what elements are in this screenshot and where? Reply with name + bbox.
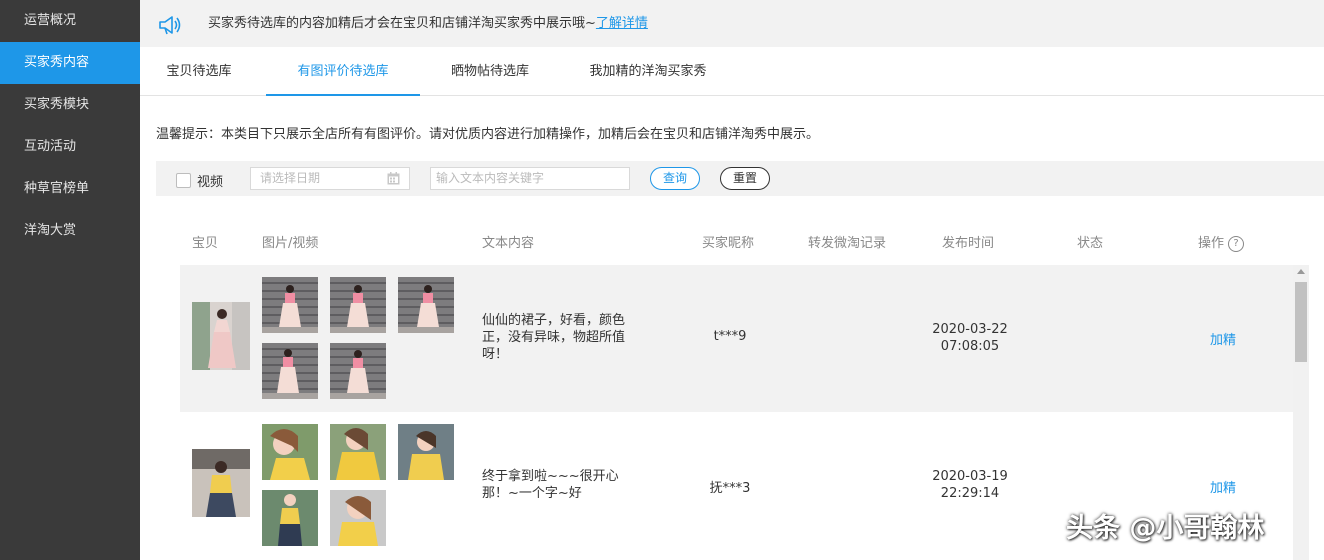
tab-photo-review-pool[interactable]: 有图评价待选库 — [266, 47, 420, 96]
review-photo[interactable] — [262, 343, 318, 399]
main-content: 买家秀待选库的内容加精后才会在宝贝和店铺洋淘买家秀中展示哦~了解详情 宝贝待选库… — [140, 0, 1324, 560]
reset-button[interactable]: 重置 — [720, 167, 770, 190]
tab-product-pool[interactable]: 宝贝待选库 — [158, 47, 240, 96]
sidebar-item-buyer-show-module[interactable]: 买家秀模块 — [0, 84, 140, 126]
watermark: 头条 @小哥翰林 — [1066, 513, 1265, 544]
header-status: 状态 — [1077, 236, 1104, 251]
review-text: 仙仙的裙子，好看，颜色正，没有异味，物超所值呀！ — [482, 313, 626, 362]
date-placeholder: 请选择日期 — [260, 171, 321, 185]
filter-bar: 视频 请选择日期 输入文本内容关键字 查询 重置 — [156, 161, 1324, 196]
query-button[interactable]: 查询 — [650, 167, 700, 190]
product-image[interactable] — [192, 449, 250, 517]
sidebar-item-yangtao-awards[interactable]: 洋淘大赏 — [0, 210, 140, 252]
date-picker-input[interactable]: 请选择日期 — [250, 167, 410, 190]
table-header: 宝贝 图片/视频 文本内容 买家昵称 转发微淘记录 发布时间 状态 操作? — [180, 222, 1300, 262]
review-photo[interactable] — [262, 277, 318, 333]
review-photo[interactable] — [330, 490, 386, 546]
review-photo[interactable] — [262, 424, 318, 480]
feature-button[interactable]: 加精 — [1198, 477, 1248, 496]
calendar-icon — [387, 172, 400, 185]
header-media: 图片/视频 — [262, 236, 319, 251]
notice-bar: 买家秀待选库的内容加精后才会在宝贝和店铺洋淘买家秀中展示哦~了解详情 — [140, 0, 1324, 47]
scroll-up-arrow-icon[interactable] — [1297, 269, 1305, 274]
header-product: 宝贝 — [192, 236, 219, 251]
review-photo[interactable] — [262, 490, 318, 546]
sidebar-item-buyer-show-content[interactable]: 买家秀内容 — [0, 42, 140, 84]
buyer-nickname: 抚***3 — [709, 481, 751, 496]
scroll-thumb[interactable] — [1295, 282, 1307, 362]
keyword-search-input[interactable]: 输入文本内容关键字 — [430, 167, 630, 190]
sidebar-item-recommender-ranking[interactable]: 种草官榜单 — [0, 168, 140, 210]
table-row: 仙仙的裙子，好看，颜色正，没有异味，物超所值呀！ t***9 2020-03-2… — [180, 265, 1293, 412]
header-text: 文本内容 — [482, 236, 535, 251]
table-scrollbar[interactable] — [1293, 265, 1309, 560]
tab-my-featured-shows[interactable]: 我加精的洋淘买家秀 — [580, 47, 716, 96]
tab-share-post-pool[interactable]: 晒物帖待选库 — [440, 47, 540, 96]
review-photo[interactable] — [398, 424, 454, 480]
tab-bar: 宝贝待选库 有图评价待选库 晒物帖待选库 我加精的洋淘买家秀 — [140, 47, 1324, 96]
sidebar-item-operations-overview[interactable]: 运营概况 — [0, 0, 140, 42]
help-icon[interactable]: ? — [1228, 235, 1245, 252]
learn-more-link[interactable]: 了解详情 — [596, 16, 648, 31]
publish-time: 2020-03-19 22:29:14 — [932, 469, 1008, 501]
warm-tip: 温馨提示：本类目下只展示全店所有有图评价。请对优质内容进行加精操作，加精后会在宝… — [156, 127, 820, 142]
product-image[interactable] — [192, 302, 250, 370]
video-checkbox[interactable] — [176, 173, 191, 188]
sidebar-item-interactive-activities[interactable]: 互动活动 — [0, 126, 140, 168]
review-photo[interactable] — [330, 277, 386, 333]
header-action-label: 操作 — [1198, 236, 1225, 251]
review-photo[interactable] — [330, 424, 386, 480]
notice-message: 买家秀待选库的内容加精后才会在宝贝和店铺洋淘买家秀中展示哦~ — [208, 16, 596, 31]
review-photo[interactable] — [330, 343, 386, 399]
video-label: 视频 — [197, 175, 224, 190]
notice-text: 买家秀待选库的内容加精后才会在宝贝和店铺洋淘买家秀中展示哦~了解详情 — [208, 12, 648, 31]
video-filter[interactable]: 视频 — [176, 171, 223, 190]
review-photo[interactable] — [398, 277, 454, 333]
header-time: 发布时间 — [942, 236, 995, 251]
publish-time: 2020-03-22 07:08:05 — [932, 322, 1008, 354]
keyword-placeholder: 输入文本内容关键字 — [436, 171, 545, 185]
megaphone-icon — [159, 16, 181, 35]
buyer-nickname: t***9 — [713, 329, 747, 344]
feature-button[interactable]: 加精 — [1198, 329, 1248, 348]
review-text: 终于拿到啦~~~很开心那！~一个字~好 — [482, 469, 619, 501]
header-action: 操作? — [1198, 232, 1245, 252]
header-nickname: 买家昵称 — [702, 236, 755, 251]
header-repost: 转发微淘记录 — [808, 236, 887, 251]
sidebar: 运营概况 买家秀内容 买家秀模块 互动活动 种草官榜单 洋淘大赏 — [0, 0, 140, 560]
